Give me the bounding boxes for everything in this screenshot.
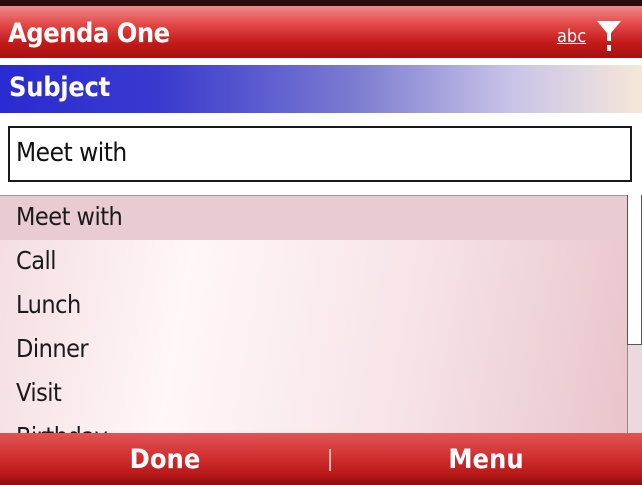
list-item[interactable]: Meet with (0, 196, 627, 240)
app-title: Agenda One (8, 18, 170, 49)
subject-input[interactable]: Meet with (8, 126, 632, 182)
list-item-label: Call (16, 246, 57, 275)
list-item[interactable]: Lunch (0, 284, 627, 328)
softkey-bar: Done Menu (0, 433, 642, 485)
subject-label: Subject (9, 72, 110, 103)
scrollbar-thumb[interactable] (627, 195, 642, 345)
list-item[interactable]: Call (0, 240, 627, 284)
subject-header: Subject (0, 65, 642, 113)
done-softkey[interactable]: Done (0, 433, 330, 485)
list-item-label: Dinner (16, 334, 89, 363)
subject-input-value: Meet with (16, 138, 127, 168)
menu-softkey[interactable]: Menu (330, 433, 642, 485)
title-bar: Agenda One abc (0, 0, 642, 58)
suggestion-list[interactable]: Meet with Call Lunch Dinner Visit Birthd… (0, 195, 627, 434)
list-item[interactable]: Birthday (0, 416, 627, 434)
input-mode-indicator: abc (557, 26, 587, 47)
list-item[interactable]: Dinner (0, 328, 627, 372)
list-item-label: Meet with (16, 202, 123, 231)
list-item-label: Visit (16, 378, 62, 407)
list-item[interactable]: Visit (0, 372, 627, 416)
signal-antenna-icon (597, 21, 621, 51)
list-item-label: Lunch (16, 290, 81, 319)
